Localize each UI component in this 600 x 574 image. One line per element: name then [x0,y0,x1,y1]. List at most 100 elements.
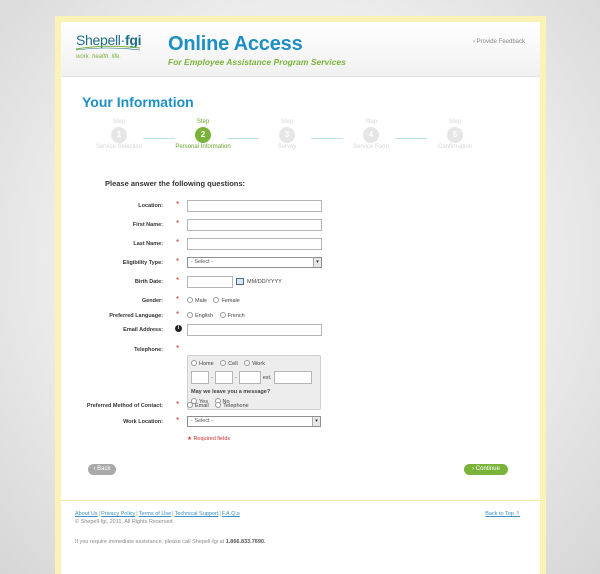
calendar-icon[interactable] [236,278,244,285]
gender-label: Gender: [141,298,163,304]
radio-button[interactable] [220,360,227,366]
radio-button[interactable] [187,312,193,318]
step-1-circle: 1 [111,127,127,143]
language-option-english[interactable]: English [187,312,213,319]
provide-feedback-link[interactable]: › Provide Feedback [473,39,525,45]
shepell-logo[interactable]: Shepell·fgi work. health. life. [75,32,142,60]
footer-link-faqs[interactable]: F.A.Q.s [222,511,240,517]
eligibility-select[interactable]: - Select - ▾ [187,257,322,268]
footer-divider [61,500,540,501]
required-marker: * [176,310,180,319]
eligibility-label: Eligibility Type: [122,260,163,266]
step-connector [227,138,259,139]
phone-dash: - [211,374,213,381]
step-4: Step 4 Service Form [341,119,401,151]
page-title: Your Information [82,94,194,110]
phone-area-code-input[interactable] [191,371,209,384]
radio-button[interactable] [219,312,226,318]
step-5: Step 5 Confirmation [425,119,485,151]
footer-link-technical-support[interactable]: Technical Support [175,511,219,517]
phone-type-radio-group: Home Cell Work [191,360,270,367]
radio-button[interactable] [187,297,193,303]
required-marker: * [176,257,180,266]
footer-link-terms-of-use[interactable]: Terms of Use [139,511,171,517]
contact-method-telephone[interactable]: Telephone [215,402,249,409]
radio-button[interactable] [215,402,222,408]
logo-tagline: work. health. life. [76,54,122,60]
form-intro: Please answer the following questions: [105,179,246,188]
work-location-select[interactable]: - Select - ▾ [187,416,321,427]
phone-prefix-input[interactable] [214,371,233,384]
last-name-input[interactable] [187,238,322,250]
app-subtitle: For Employee Assistance Program Services [168,57,346,67]
language-radio-group: English French [187,312,250,319]
language-label: Preferred Language: [109,313,163,319]
footer-link-about-us[interactable]: About Us [75,511,98,517]
required-marker: * [176,344,180,353]
phone-type-cell[interactable]: Cell [220,360,238,367]
location-input[interactable] [187,200,322,212]
radio-button[interactable] [213,297,220,303]
step-1-label: Service Selection [95,144,143,150]
birth-date-label: Birth Date: [134,279,163,285]
assistance-text: If you require immediate assistance, ple… [75,539,266,545]
date-format-hint: MM/DD/YYYY [247,279,282,285]
required-fields-note: ★ Required fields [187,436,231,442]
step-connector [143,138,175,139]
phone-extension-input[interactable] [273,371,312,384]
first-name-input[interactable] [187,219,322,231]
step-3: Step 3 Survey [257,119,317,151]
contact-method-email[interactable]: Email [187,402,209,409]
required-marker: * [176,238,180,247]
first-name-row: First Name: * [61,219,540,233]
work-location-label: Work Location: [123,419,163,425]
required-marker: * [176,416,180,425]
required-marker: * [176,219,180,228]
phone-line-input[interactable] [238,371,261,384]
title-block: Online Access For Employee Assistance Pr… [168,33,346,67]
step-5-circle: 5 [447,127,463,143]
birth-date-input[interactable] [187,276,233,288]
copyright: © Shepell·fgi, 2011. All Rights Reserved [75,519,173,525]
back-to-top-link[interactable]: Back to Top ⇑ [485,511,520,517]
arrow-up-icon: ⇑ [515,511,520,517]
phone-dash: - [234,374,237,381]
required-marker: * [176,200,180,209]
app-title: Online Access [168,33,303,55]
language-option-french[interactable]: French [219,312,245,319]
email-row: Email Address: i [61,324,540,338]
chevron-down-icon[interactable]: ▾ [312,417,320,426]
telephone-label: Telephone: [134,347,163,353]
page-frame: Shepell·fgi work. health. life. Online A… [55,16,546,574]
chevron-down-icon[interactable]: ▾ [313,258,321,267]
gender-option-male[interactable]: Male [187,297,207,304]
email-input[interactable] [187,324,322,336]
step-connector [311,138,343,139]
footer-links: About Us|Privacy Policy|Terms of Use|Tec… [75,511,240,517]
location-label: Location: [138,203,163,209]
step-2: Step 2 Personal Information [173,119,233,151]
phone-type-work[interactable]: Work [244,360,265,367]
eligibility-selected: - Select - [191,259,214,265]
work-location-row: Work Location: * - Select - ▾ [61,416,540,430]
phone-type-home[interactable]: Home [191,360,214,367]
phone-number-fields: - - ext. [191,371,312,384]
back-button[interactable]: ‹ Back [88,464,116,475]
eligibility-row: Eligibility Type: * - Select - ▾ [61,257,540,271]
first-name-label: First Name: [132,222,163,228]
footer-link-privacy-policy[interactable]: Privacy Policy [101,511,135,517]
radio-button[interactable] [191,360,197,366]
required-marker: * [176,276,180,285]
page-container: Shepell·fgi work. health. life. Online A… [61,22,540,574]
header: Shepell·fgi work. health. life. Online A… [61,22,540,77]
gender-option-female[interactable]: Female [213,297,240,304]
continue-button[interactable]: › Continue [464,464,508,475]
radio-button[interactable] [187,402,193,408]
contact-method-label: Preferred Method of Contact: [86,403,163,409]
step-1: Step 1 Service Selection [89,119,149,151]
logo-swoosh-icon [75,45,141,51]
contact-method-radio-group: Email Telephone [187,402,254,409]
radio-button[interactable] [244,360,251,366]
step-3-label: Survey [277,144,297,150]
info-icon[interactable]: i [175,325,182,332]
